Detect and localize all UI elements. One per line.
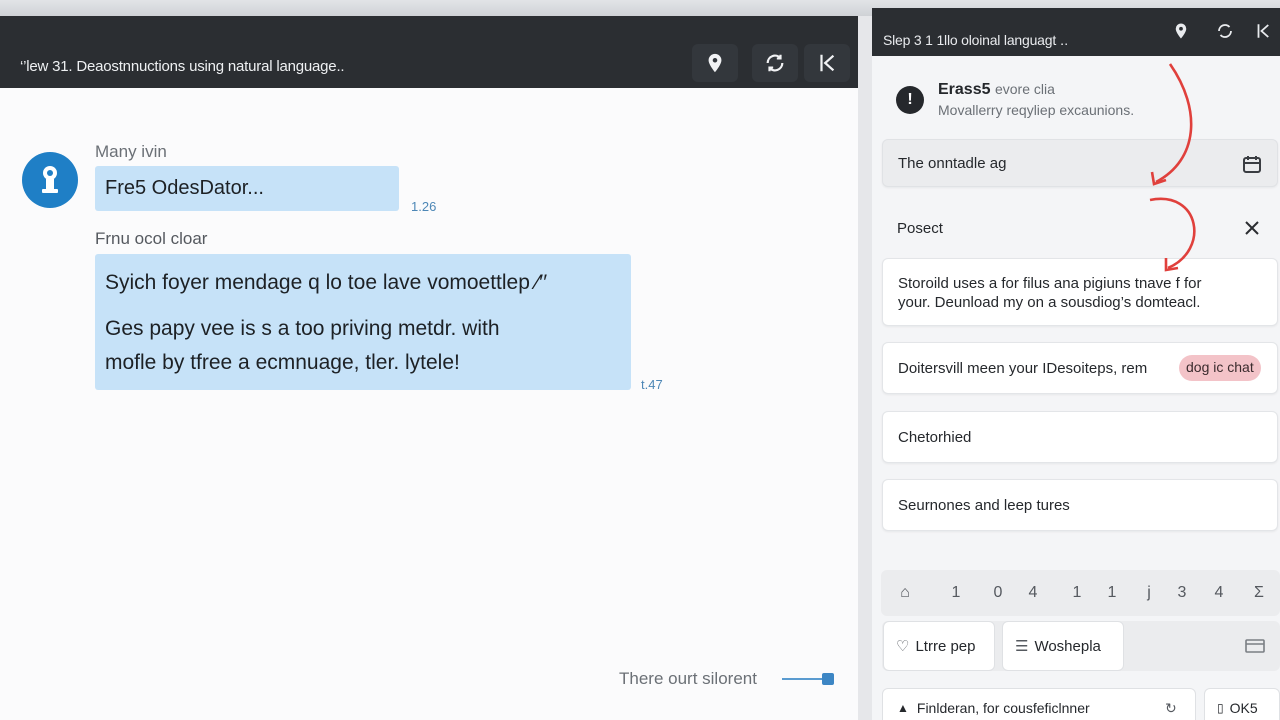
toolbar-button[interactable]: 3 <box>1167 578 1197 608</box>
suggestion-card[interactable]: Doitersvill meen your IDesoiteps, rem do… <box>882 342 1278 394</box>
toolbar-button[interactable]: 1 <box>1062 578 1092 608</box>
instruction-input[interactable]: The onntadle ag <box>882 139 1278 187</box>
refresh-button[interactable] <box>752 44 798 82</box>
collapse-icon <box>820 54 835 72</box>
heart-icon: ♡ <box>896 638 910 655</box>
suggestion-card[interactable]: Chetorhied <box>882 411 1278 463</box>
list-icon: ☰ <box>1015 638 1029 655</box>
like-button[interactable]: ♡ Ltrre pep <box>883 621 995 671</box>
refresh-button[interactable] <box>1212 18 1238 44</box>
refresh-icon <box>766 54 784 72</box>
clipboard-icon: ▯ <box>1217 701 1224 715</box>
folder-icon[interactable] <box>1244 635 1266 657</box>
ok-button-label: OK5 <box>1229 700 1258 716</box>
location-pin-icon <box>708 53 722 73</box>
toolbar-button[interactable]: 1 <box>941 578 971 608</box>
message-text: Fre5 OdesDator... <box>105 177 264 199</box>
section-header: Posect <box>882 206 1278 250</box>
message-sender: Frnu ocol cloar <box>95 229 208 248</box>
location-button[interactable] <box>1168 18 1194 44</box>
settings-field-label: Finlderan, for cousfeficlnner <box>916 700 1090 716</box>
message-timestamp: 1.26 <box>411 199 437 214</box>
settings-field[interactable]: ▲ Finlderan, for cousfeficlnner ↻ <box>882 688 1196 720</box>
collapse-button[interactable] <box>1250 18 1276 44</box>
info-title: Erass5 evore clia <box>938 81 1055 99</box>
message-line: Syich foyer mendage q lo toe lave vomoet… <box>105 271 548 294</box>
card-text: Chetorhied <box>898 429 972 446</box>
message-bubble[interactable]: Syich foyer mendage q lo toe lave vomoet… <box>95 254 631 390</box>
wash-button-label: Woshepla <box>1034 637 1101 655</box>
refresh-icon <box>1218 24 1232 38</box>
user-avatar[interactable] <box>22 152 78 208</box>
message-timestamp: t.47 <box>641 377 663 392</box>
info-icon: ! <box>896 86 924 114</box>
tag-pill[interactable]: dog ic chat <box>1179 355 1261 381</box>
card-text: Seurnones and leep tures <box>898 497 1070 514</box>
message-line: mofle by tfree a ecmnuage, tler. lytele! <box>105 351 460 374</box>
toolbar-button[interactable]: 4 <box>1018 578 1048 608</box>
sum-icon[interactable]: Σ <box>1244 578 1274 608</box>
arrow-right-icon[interactable] <box>780 671 836 687</box>
section-label: Posect <box>897 220 943 237</box>
main-header: ‘’lew 31. Deaostnnuctions using natural … <box>0 16 858 88</box>
input-label: The onntadle ag <box>898 155 1007 172</box>
card-text: Doitersvill meen your IDesoiteps, rem <box>898 360 1148 377</box>
toolbar-button[interactable]: 1 <box>1097 578 1127 608</box>
toolbar-button[interactable]: j <box>1134 578 1164 608</box>
footer-status-text: There ourt silorent <box>619 669 757 688</box>
card-text-line: your. Deunload my on a sousdiog’s domtea… <box>898 294 1201 311</box>
toolbar-button[interactable]: 4 <box>1204 578 1234 608</box>
close-icon[interactable] <box>1241 217 1263 239</box>
info-title-suffix: evore clia <box>994 81 1055 97</box>
message-sender: Many ivin <box>95 142 167 161</box>
ok-button[interactable]: ▯ OK5 <box>1204 688 1280 720</box>
like-button-label: Ltrre pep <box>915 637 976 655</box>
collapse-icon <box>1257 24 1269 38</box>
home-icon[interactable]: ⌂ <box>890 578 920 608</box>
message-bubble[interactable]: Fre5 OdesDator... <box>95 166 399 211</box>
refresh-icon[interactable]: ↻ <box>1165 700 1177 717</box>
info-title-main: Erass5 <box>938 81 991 98</box>
toolbar-button[interactable]: 0 <box>983 578 1013 608</box>
location-button[interactable] <box>692 44 738 82</box>
action-row: ♡ Ltrre pep ☰ Woshepla <box>882 621 1280 671</box>
main-title: ‘’lew 31. Deaostnnuctions using natural … <box>20 58 345 75</box>
collapse-button[interactable] <box>804 44 850 82</box>
side-panel-title: Slep 3 1 1llo oloinal languagt ․. <box>883 32 1068 48</box>
wash-button[interactable]: ☰ Woshepla <box>1002 621 1124 671</box>
message-line: Ges papy vee is s a too priving metdr. w… <box>105 317 500 340</box>
suggestion-card[interactable]: Seurnones and leep tures <box>882 479 1278 531</box>
annotation-arrows <box>1149 63 1196 272</box>
bottom-row: ▲ Finlderan, for cousfeficlnner ↻ ▯ OK5 <box>882 688 1280 720</box>
location-pin-icon <box>1175 23 1187 39</box>
calendar-icon[interactable] <box>1241 153 1263 175</box>
info-subtitle: Movallerry reqyliep excaunions. <box>938 102 1135 118</box>
panel-divider[interactable] <box>858 16 872 720</box>
info-row: ! Erass5 evore clia Movallerry reqyliep … <box>882 72 1280 138</box>
format-toolbar: ⌂ 1 0 4 1 1 j 3 4 Σ <box>881 570 1280 616</box>
bell-icon: ▲ <box>897 701 909 715</box>
suggestion-card[interactable]: Storoild uses a for filus ana pigiuns tn… <box>882 258 1278 326</box>
side-panel-header: Slep 3 1 1llo oloinal languagt ․. <box>872 8 1280 56</box>
user-icon <box>42 166 58 193</box>
